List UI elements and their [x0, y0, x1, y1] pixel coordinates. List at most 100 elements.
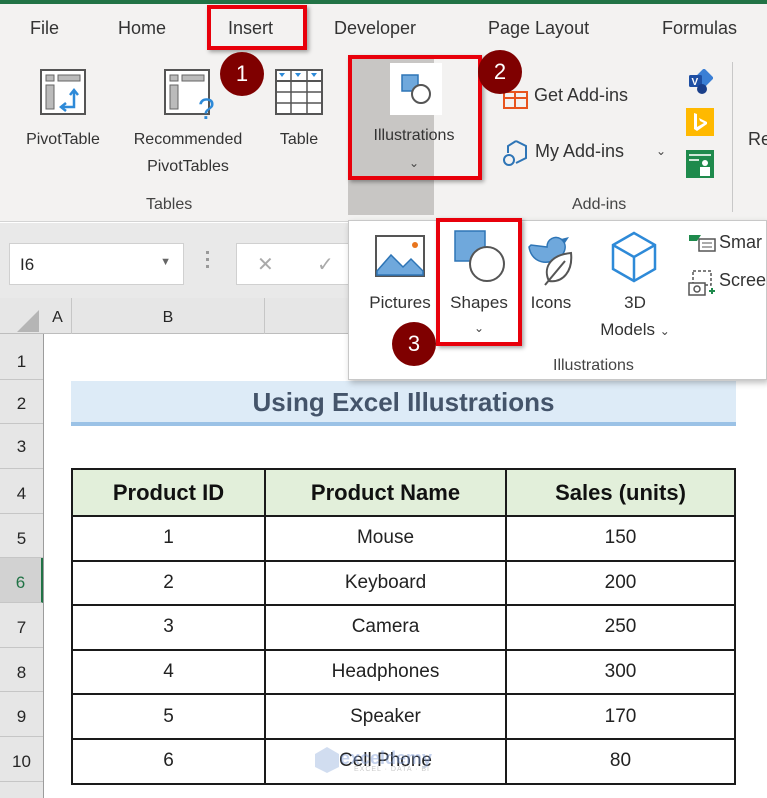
addins-group-label: Add-ins [572, 196, 627, 213]
cell-name[interactable]: Keyboard [264, 559, 507, 607]
table-icon [275, 69, 323, 115]
pivottable-icon [40, 69, 86, 115]
3d-models-chevron-icon[interactable]: ⌄ [660, 324, 670, 338]
highlight-shapes-button [436, 218, 522, 346]
get-addins-button[interactable]: Get Add-ins [534, 82, 628, 109]
row-header[interactable]: 9 [0, 692, 43, 737]
pictures-icon [375, 235, 425, 277]
column-header-b[interactable]: B [72, 298, 265, 334]
tab-developer[interactable]: Developer [334, 18, 416, 39]
cell-id[interactable]: 6 [71, 737, 266, 785]
bing-maps-icon[interactable] [686, 108, 714, 136]
smartart-button[interactable]: Smar [719, 229, 762, 256]
highlight-insert-tab [207, 5, 307, 50]
header-product-id[interactable]: Product ID [71, 468, 266, 517]
table-row: 5 Speaker 170 [71, 693, 736, 740]
svg-text:V: V [692, 77, 699, 88]
cell-sales[interactable]: 150 [505, 515, 736, 562]
pivottable-button[interactable]: PivotTable [14, 126, 112, 153]
screenshot-button[interactable]: Scree [719, 267, 766, 294]
cell-sales[interactable]: 170 [505, 693, 736, 740]
icons-icon [528, 236, 573, 286]
sheet-title[interactable]: Using Excel Illustrations [71, 381, 736, 426]
row-header[interactable]: 8 [0, 648, 43, 692]
formula-buttons: ✕ ✓ [236, 243, 356, 285]
name-box[interactable]: I6 ▼ [9, 243, 184, 285]
row-header[interactable]: 7 [0, 603, 43, 648]
icons-button[interactable]: Icons [521, 289, 581, 316]
my-addins-chevron-icon[interactable]: ⌄ [656, 138, 666, 165]
table-row: 2 Keyboard 200 [71, 559, 736, 607]
recommended-pivottables-icon: ? [164, 69, 215, 125]
enter-icon[interactable]: ✓ [317, 252, 334, 276]
cell-name[interactable]: Cell Phone [264, 737, 507, 785]
recommended-line1: Recommended [133, 131, 243, 148]
table-header-row: Product ID Product Name Sales (units) [71, 468, 736, 517]
column-header-c[interactable] [265, 298, 355, 334]
cell-sales[interactable]: 250 [505, 604, 736, 651]
header-product-name[interactable]: Product Name [264, 468, 507, 517]
3d-models-button[interactable]: 3D Models ⌄ [589, 289, 681, 345]
cell-name[interactable]: Speaker [264, 693, 507, 740]
cell-id[interactable]: 4 [71, 648, 266, 696]
row-header[interactable]: 1 [0, 334, 43, 380]
table-row: 1 Mouse 150 [71, 515, 736, 562]
name-box-value: I6 [20, 255, 35, 274]
row-header[interactable]: 5 [0, 514, 43, 558]
name-box-dropdown-icon[interactable]: ▼ [160, 256, 171, 268]
smartart-icon [689, 235, 716, 252]
3d-models-line1: 3D [624, 293, 646, 312]
cell-name[interactable]: Camera [264, 604, 507, 651]
highlight-illustrations-button [348, 55, 482, 180]
tab-page-layout[interactable]: Page Layout [488, 18, 589, 39]
table-row: 3 Camera 250 [71, 604, 736, 651]
column-header-a[interactable]: A [44, 298, 72, 334]
truncated-ribbon-button[interactable]: Re [748, 126, 767, 153]
cell-id[interactable]: 1 [71, 515, 266, 562]
my-addins-icon [503, 140, 527, 166]
tables-group-label: Tables [146, 196, 193, 213]
step-badge-3: 3 [392, 322, 436, 366]
product-table: Product ID Product Name Sales (units) 1M… [71, 468, 736, 785]
cell-sales[interactable]: 80 [505, 737, 736, 785]
row-header[interactable]: 4 [0, 469, 43, 514]
table-row: 4 Headphones 300 [71, 648, 736, 696]
header-sales[interactable]: Sales (units) [505, 468, 736, 517]
pictures-button[interactable]: Pictures [361, 289, 439, 316]
select-all-icon[interactable] [17, 310, 39, 332]
row-header[interactable]: 3 [0, 424, 43, 469]
step-badge-2: 2 [478, 50, 522, 94]
cell-name[interactable]: Mouse [264, 515, 507, 562]
tab-formulas[interactable]: Formulas [662, 18, 737, 39]
cell-id[interactable]: 2 [71, 559, 266, 607]
row-header-active[interactable]: 6 [0, 558, 43, 603]
table-row: 6 Cell Phone 80 [71, 737, 736, 785]
ribbon-tabs: File Home Insert Developer Page Layout F… [0, 4, 767, 56]
visio-icon[interactable]: V [687, 69, 713, 95]
row-header[interactable]: 10 [0, 737, 43, 782]
step-badge-1: 1 [220, 52, 264, 96]
svg-text:?: ? [198, 93, 215, 125]
cell-name[interactable]: Headphones [264, 648, 507, 696]
formula-bar-grip-icon [206, 251, 210, 275]
recommended-line2: PivotTables [147, 158, 229, 175]
screenshot-icon [688, 270, 715, 296]
cell-sales[interactable]: 200 [505, 559, 736, 607]
3d-models-line2: Models ⌄ [589, 316, 681, 345]
ribbon-separator [732, 62, 733, 212]
cell-id[interactable]: 5 [71, 693, 266, 740]
cancel-icon[interactable]: ✕ [257, 252, 274, 276]
recommended-pivottables-button[interactable]: Recommended PivotTables [116, 126, 260, 180]
row-headers: 1 2 3 4 5 6 7 8 9 10 [0, 334, 44, 798]
illustrations-group-label: Illustrations [553, 357, 634, 374]
cell-sales[interactable]: 300 [505, 648, 736, 696]
tab-home[interactable]: Home [118, 18, 166, 39]
3d-models-icon [611, 231, 657, 283]
cell-id[interactable]: 3 [71, 604, 266, 651]
row-header[interactable]: 2 [0, 380, 43, 424]
my-addins-button[interactable]: My Add-ins [535, 138, 624, 165]
table-button[interactable]: Table [268, 126, 330, 153]
people-graph-icon[interactable] [686, 150, 714, 178]
3d-models-label: Models [600, 320, 655, 339]
tab-file[interactable]: File [30, 18, 59, 39]
